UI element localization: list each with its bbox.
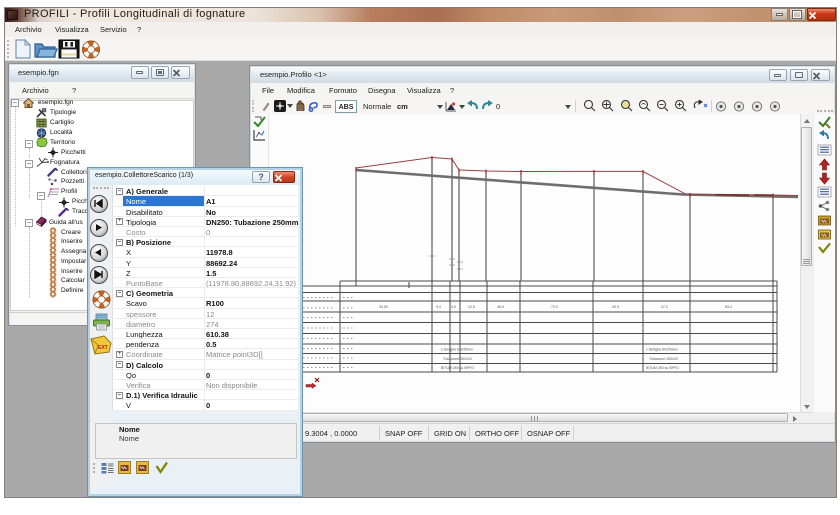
svg-text:BITUM 250 su BPFG: BITUM 250 su BPFG <box>646 366 679 370</box>
svg-text:BITUM 250 su BPFG: BITUM 250 su BPFG <box>441 366 474 370</box>
svg-text:EXT: EXT <box>98 345 108 351</box>
svg-text:Tubazione 250x20: Tubazione 250x20 <box>649 357 678 361</box>
svg-text:49.9: 49.9 <box>612 305 619 309</box>
svg-text:Tubazione 250x20: Tubazione 250x20 <box>443 357 472 361</box>
svg-text:c.famiglia DN250xxx: c.famiglia DN250xxx <box>646 348 678 352</box>
svg-text:83.2: 83.2 <box>725 305 732 309</box>
svg-text:c.famiglia DN250xxx: c.famiglia DN250xxx <box>441 348 473 352</box>
svg-text:12.5: 12.5 <box>468 305 475 309</box>
svg-text:73.0: 73.0 <box>551 305 558 309</box>
svg-text:3.0: 3.0 <box>451 305 456 309</box>
svg-text:47.2: 47.2 <box>661 305 668 309</box>
svg-text:94.00: 94.00 <box>379 305 388 309</box>
svg-text:46.9: 46.9 <box>497 305 504 309</box>
svg-text:9.4: 9.4 <box>436 305 441 309</box>
